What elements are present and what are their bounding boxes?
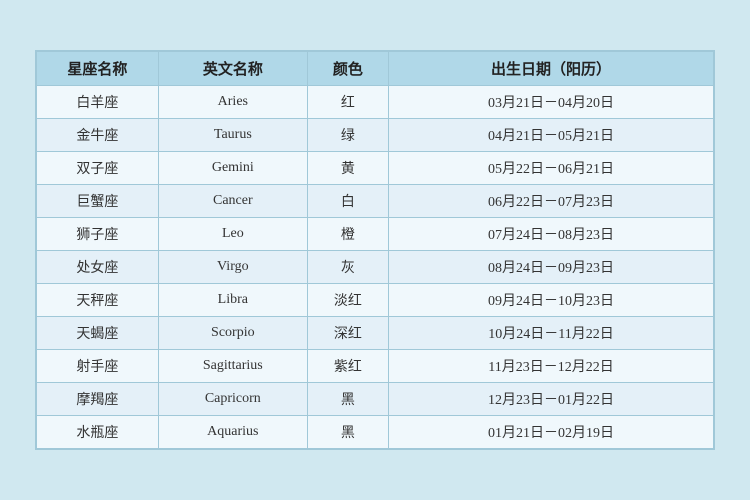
cell-english: Capricorn — [158, 383, 307, 416]
cell-chinese: 射手座 — [37, 350, 159, 383]
header-date: 出生日期（阳历） — [389, 52, 714, 86]
table-row: 天蝎座Scorpio深红10月24日－11月22日 — [37, 317, 714, 350]
cell-color: 紫红 — [307, 350, 388, 383]
table-row: 金牛座Taurus绿04月21日－05月21日 — [37, 119, 714, 152]
cell-english: Cancer — [158, 185, 307, 218]
cell-color: 深红 — [307, 317, 388, 350]
cell-date: 01月21日－02月19日 — [389, 416, 714, 449]
cell-color: 白 — [307, 185, 388, 218]
cell-english: Sagittarius — [158, 350, 307, 383]
table-row: 射手座Sagittarius紫红11月23日－12月22日 — [37, 350, 714, 383]
table-row: 水瓶座Aquarius黑01月21日－02月19日 — [37, 416, 714, 449]
cell-english: Virgo — [158, 251, 307, 284]
cell-color: 红 — [307, 86, 388, 119]
cell-english: Scorpio — [158, 317, 307, 350]
header-chinese: 星座名称 — [37, 52, 159, 86]
cell-english: Aries — [158, 86, 307, 119]
cell-date: 09月24日－10月23日 — [389, 284, 714, 317]
cell-chinese: 金牛座 — [37, 119, 159, 152]
cell-chinese: 天秤座 — [37, 284, 159, 317]
cell-date: 11月23日－12月22日 — [389, 350, 714, 383]
zodiac-table-container: 星座名称 英文名称 颜色 出生日期（阳历） 白羊座Aries红03月21日－04… — [35, 50, 715, 450]
header-english: 英文名称 — [158, 52, 307, 86]
cell-date: 10月24日－11月22日 — [389, 317, 714, 350]
cell-color: 淡红 — [307, 284, 388, 317]
cell-date: 12月23日－01月22日 — [389, 383, 714, 416]
cell-color: 橙 — [307, 218, 388, 251]
cell-date: 06月22日－07月23日 — [389, 185, 714, 218]
cell-chinese: 处女座 — [37, 251, 159, 284]
cell-english: Leo — [158, 218, 307, 251]
cell-chinese: 天蝎座 — [37, 317, 159, 350]
cell-date: 03月21日－04月20日 — [389, 86, 714, 119]
cell-date: 07月24日－08月23日 — [389, 218, 714, 251]
table-row: 狮子座Leo橙07月24日－08月23日 — [37, 218, 714, 251]
cell-chinese: 摩羯座 — [37, 383, 159, 416]
table-row: 双子座Gemini黄05月22日－06月21日 — [37, 152, 714, 185]
cell-color: 黑 — [307, 416, 388, 449]
header-color: 颜色 — [307, 52, 388, 86]
cell-color: 黄 — [307, 152, 388, 185]
cell-english: Taurus — [158, 119, 307, 152]
table-row: 天秤座Libra淡红09月24日－10月23日 — [37, 284, 714, 317]
cell-english: Gemini — [158, 152, 307, 185]
cell-english: Libra — [158, 284, 307, 317]
cell-chinese: 水瓶座 — [37, 416, 159, 449]
table-row: 巨蟹座Cancer白06月22日－07月23日 — [37, 185, 714, 218]
cell-date: 08月24日－09月23日 — [389, 251, 714, 284]
cell-chinese: 双子座 — [37, 152, 159, 185]
table-row: 处女座Virgo灰08月24日－09月23日 — [37, 251, 714, 284]
cell-english: Aquarius — [158, 416, 307, 449]
cell-chinese: 白羊座 — [37, 86, 159, 119]
table-row: 摩羯座Capricorn黑12月23日－01月22日 — [37, 383, 714, 416]
cell-color: 灰 — [307, 251, 388, 284]
cell-chinese: 狮子座 — [37, 218, 159, 251]
zodiac-table: 星座名称 英文名称 颜色 出生日期（阳历） 白羊座Aries红03月21日－04… — [36, 51, 714, 449]
cell-color: 黑 — [307, 383, 388, 416]
cell-date: 05月22日－06月21日 — [389, 152, 714, 185]
cell-chinese: 巨蟹座 — [37, 185, 159, 218]
table-row: 白羊座Aries红03月21日－04月20日 — [37, 86, 714, 119]
cell-date: 04月21日－05月21日 — [389, 119, 714, 152]
table-header-row: 星座名称 英文名称 颜色 出生日期（阳历） — [37, 52, 714, 86]
cell-color: 绿 — [307, 119, 388, 152]
